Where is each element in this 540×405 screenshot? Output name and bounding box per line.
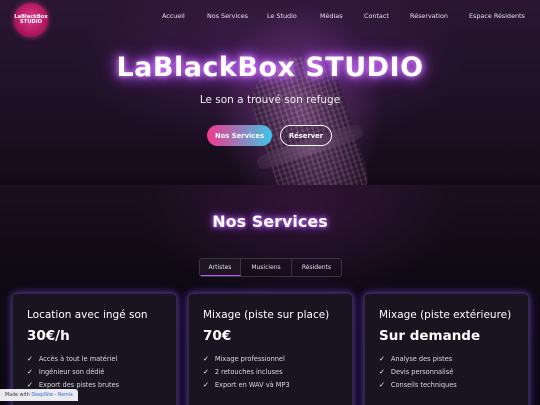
feature-item: ✓ Analyse des pistes — [379, 352, 514, 365]
made-with-text: Made with — [5, 392, 30, 398]
feature-text: Mixage professionnel — [214, 354, 285, 363]
check-icon: ✓ — [203, 367, 209, 376]
nav-accueil[interactable]: Accueil — [162, 12, 185, 20]
card-title: Mixage (piste sur place) — [203, 309, 330, 321]
feature-list: ✓ Accès à tout le matériel ✓ Ingénieur son… — [27, 352, 162, 391]
badge-separator: - — [54, 392, 57, 398]
nav-medias[interactable]: Médias — [320, 12, 343, 20]
check-icon: ✓ — [27, 380, 33, 389]
card-title: Mixage (piste extérieure) — [379, 309, 512, 321]
feature-list: ✓ Analyse des pistes ✓ Devis personnalisé … — [379, 352, 514, 391]
card-price: Sur demande — [379, 328, 481, 345]
tab-artistes[interactable]: Artistes — [200, 259, 241, 276]
card-price: 30€/h — [27, 328, 70, 345]
made-with-badge[interactable]: Made with DeepSite - Remix — [0, 389, 78, 401]
check-icon: ✓ — [203, 380, 209, 389]
feature-text: Export en WAV và MP3 — [214, 380, 290, 389]
feature-text: Analyse des pistes — [390, 354, 453, 363]
card-title: Location avec ingé son — [27, 309, 148, 321]
feature-item: ✓ Export en WAV và MP3 — [203, 378, 338, 391]
feature-item: ✓ Ingénieur son dédié — [27, 365, 162, 378]
services-button[interactable]: Nos Services — [207, 125, 272, 146]
nav-espace-residents[interactable]: Espace Résidents — [469, 12, 525, 20]
service-card: Mixage (piste sur place) 70€ ✓ Mixage pro… — [188, 293, 353, 405]
feature-text: 2 retouches incluses — [214, 367, 283, 376]
services-tabs: Artistes Musiciens Résidents — [199, 258, 342, 277]
tab-residents[interactable]: Résidents — [292, 259, 341, 276]
feature-item: ✓ 2 retouches incluses — [203, 365, 338, 378]
tab-musiciens[interactable]: Musiciens — [241, 259, 292, 276]
nav-le-studio[interactable]: Le Studio — [267, 12, 297, 20]
nav-reservation[interactable]: Réservation — [410, 12, 448, 20]
reserve-button[interactable]: Réserver — [280, 125, 332, 146]
feature-list: ✓ Mixage professionnel ✓ 2 retouches inclu… — [203, 352, 338, 391]
check-icon: ✓ — [27, 367, 33, 376]
main-nav: Accueil Nos Services Le Studio Médias Co… — [0, 12, 540, 24]
hero-title: LaBlackBox STUDIO — [116, 52, 424, 83]
feature-text: Conseils techniques — [390, 380, 457, 389]
check-icon: ✓ — [379, 354, 385, 363]
card-price: 70€ — [203, 328, 232, 345]
services-title: Nos Services — [212, 212, 328, 231]
nav-contact[interactable]: Contact — [364, 12, 389, 20]
check-icon: ✓ — [379, 380, 385, 389]
feature-item: ✓ Conseils techniques — [379, 378, 514, 391]
remix-link[interactable]: Remix — [58, 393, 73, 398]
feature-item: ✓ Accès à tout le matériel — [27, 352, 162, 365]
hero-background — [0, 0, 540, 185]
feature-item: ✓ Mixage professionnel — [203, 352, 338, 365]
service-card: Mixage (piste extérieure) Sur demande ✓ A… — [364, 293, 529, 405]
check-icon: ✓ — [203, 354, 209, 363]
nav-nos-services[interactable]: Nos Services — [207, 12, 248, 20]
feature-text: Accès à tout le matériel — [38, 354, 118, 363]
check-icon: ✓ — [379, 367, 385, 376]
feature-text: Export des pistes brutes — [38, 380, 120, 389]
feature-text: Ingénieur son dédié — [38, 367, 105, 376]
feature-text: Devis personnalisé — [390, 367, 454, 376]
hero-subtitle: Le son a trouvé son refuge — [199, 94, 341, 106]
check-icon: ✓ — [27, 354, 33, 363]
feature-item: ✓ Devis personnalisé — [379, 365, 514, 378]
deepsite-link[interactable]: DeepSite — [31, 393, 53, 398]
